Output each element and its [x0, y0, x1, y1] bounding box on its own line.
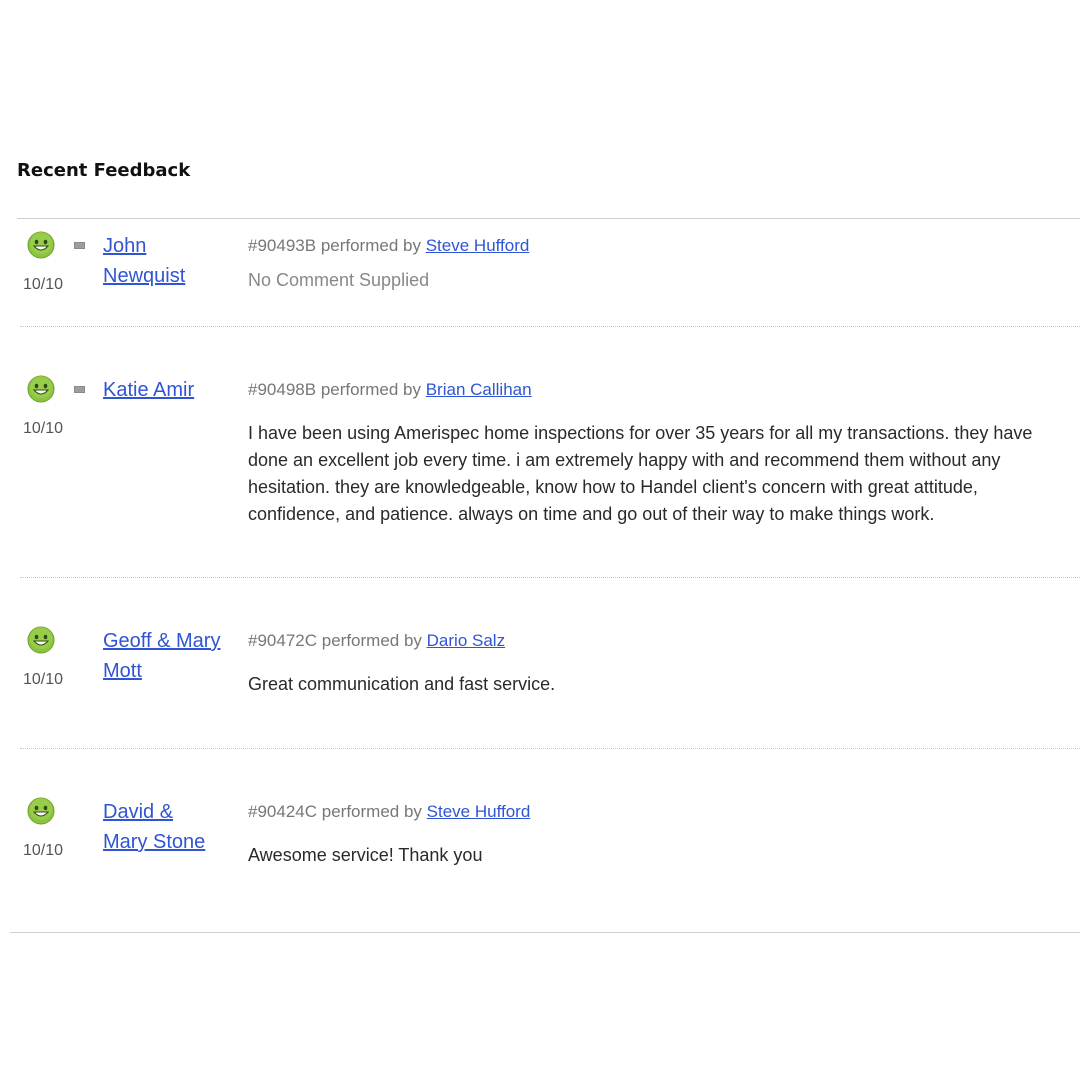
comment-text: No Comment Supplied — [248, 270, 430, 290]
order-number: #90424C — [248, 802, 318, 821]
smiley-face-icon — [27, 375, 55, 403]
feedback-entry: 10/10 David & Mary Stone #90424C perform… — [20, 749, 1080, 929]
comment-text: Awesome service! Thank you — [248, 845, 483, 865]
inspector-link[interactable]: Steve Hufford — [426, 236, 530, 255]
comment-text: I have been using Amerispec home inspect… — [248, 423, 1033, 524]
smiley-face-icon — [27, 626, 55, 654]
performed-by-text: performed by — [321, 631, 422, 650]
order-number: #90493B — [248, 236, 317, 255]
performed-by-text: performed by — [320, 236, 421, 255]
order-number: #90498B — [248, 380, 317, 399]
section-title: Recent Feedback — [17, 160, 191, 181]
client-name-link[interactable]: David & Mary Stone — [103, 797, 223, 857]
score-label: 10/10 — [23, 842, 64, 859]
client-name-link[interactable]: John Newquist — [103, 231, 223, 291]
feedback-entry: 10/10 Geoff & Mary Mott #90472C performe… — [20, 578, 1080, 749]
order-number: #90472C — [248, 631, 318, 650]
order-meta: #90493B performed by Steve Hufford — [248, 236, 529, 256]
order-meta: #90472C performed by Dario Salz — [248, 631, 505, 651]
bottom-rule — [10, 932, 1080, 933]
client-name-link[interactable]: Katie Amir — [103, 375, 223, 405]
flag-icon — [74, 386, 85, 393]
order-meta: #90424C performed by Steve Hufford — [248, 802, 530, 822]
order-meta: #90498B performed by Brian Callihan — [248, 380, 532, 400]
score-label: 10/10 — [23, 420, 64, 437]
score-label: 10/10 — [23, 671, 64, 688]
inspector-link[interactable]: Dario Salz — [427, 631, 505, 650]
feedback-entry: 10/10 Katie Amir #90498B performed by Br… — [20, 327, 1080, 578]
inspector-link[interactable]: Brian Callihan — [426, 380, 532, 399]
performed-by-text: performed by — [320, 380, 421, 399]
performed-by-text: performed by — [321, 802, 422, 821]
client-name-link[interactable]: Geoff & Mary Mott — [103, 626, 223, 686]
score-label: 10/10 — [23, 276, 64, 293]
smiley-face-icon — [27, 231, 55, 259]
feedback-entry: 10/10 John Newquist #90493B performed by… — [20, 219, 1080, 327]
smiley-face-icon — [27, 797, 55, 825]
comment-text: Great communication and fast service. — [248, 674, 556, 694]
flag-icon — [74, 242, 85, 249]
inspector-link[interactable]: Steve Hufford — [427, 802, 531, 821]
